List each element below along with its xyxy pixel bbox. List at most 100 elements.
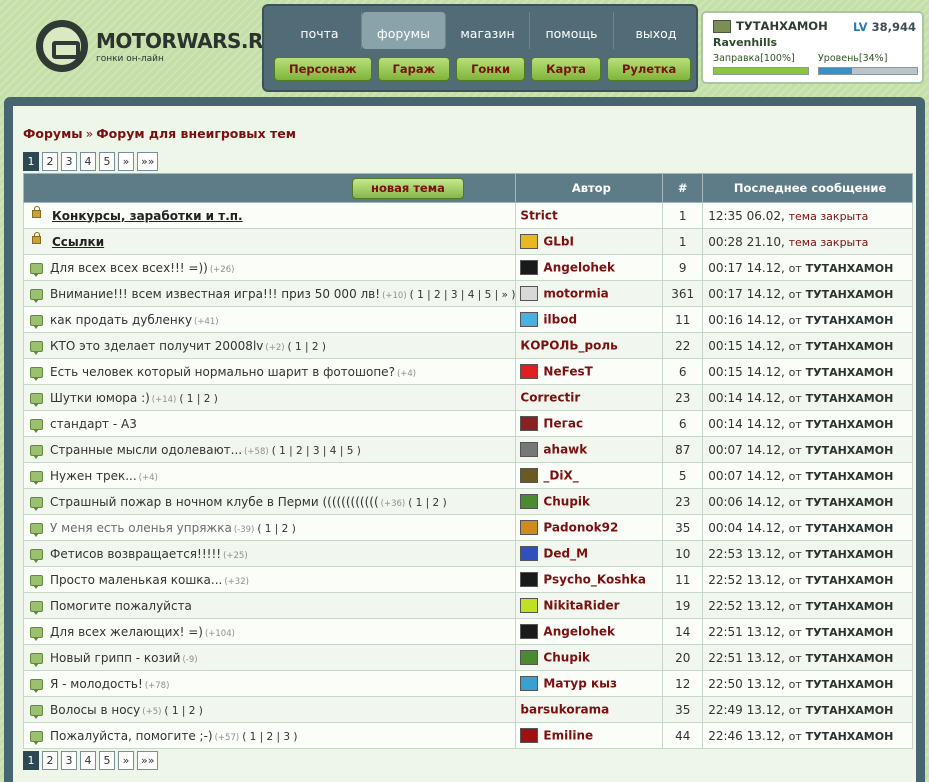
top-nav-item[interactable]: форумы (362, 12, 446, 49)
page-link[interactable]: 2 (42, 751, 58, 770)
table-row[interactable]: Волосы в носу (+5)( 1 | 2 ) barsukorama 35 2… (22, 696, 913, 723)
last-message-author[interactable]: ТУТАНХАМОН (806, 288, 894, 301)
author-name[interactable]: Strict (520, 209, 557, 223)
topic-title[interactable]: Есть человек который нормально шарит в ф… (50, 365, 395, 379)
sub-nav-button[interactable]: Персонаж (274, 57, 372, 81)
table-row[interactable]: КТО это зделает получит 20008lv (+2)( 1 |… (22, 332, 913, 359)
table-row[interactable]: Просто маленькая кошка... (+32) Psycho_Kos… (22, 566, 913, 593)
page-link[interactable]: 3 (61, 152, 77, 171)
page-link[interactable]: » (118, 751, 134, 770)
author-name[interactable]: Chupik (543, 495, 590, 509)
table-row[interactable]: Внимание!!! всем известная игра!!! приз … (22, 280, 913, 307)
topic-title[interactable]: как продать дубленку (50, 313, 192, 327)
new-topic-button[interactable]: новая тема (352, 177, 464, 199)
top-nav-item[interactable]: помощь (530, 12, 614, 49)
topic-title[interactable]: Ссылки (52, 235, 104, 249)
page-link[interactable]: 1 (23, 751, 39, 770)
last-message-author[interactable]: ТУТАНХАМОН (806, 548, 894, 561)
topic-title[interactable]: Пожалуйста, помогите ;-) (50, 729, 213, 743)
topic-title[interactable]: Странные мысли одолевают... (50, 443, 242, 457)
author-name[interactable]: Матур кыз (543, 677, 617, 691)
breadcrumb-current[interactable]: Форум для внеигровых тем (96, 126, 296, 141)
topic-title[interactable]: Помогите пожалуйста (50, 599, 192, 613)
table-row[interactable]: У меня есть оленья упряжка (-39)( 1 | 2 )… (22, 514, 913, 541)
page-link[interactable]: 1 (23, 152, 39, 171)
author-name[interactable]: NeFesT (543, 365, 592, 379)
topic-pages[interactable]: ( 1 | 2 | 3 | 4 | 5 ) (272, 445, 361, 457)
last-message-author[interactable]: ТУТАНХАМОН (806, 444, 894, 457)
topic-title[interactable]: У меня есть оленья упряжка (50, 521, 232, 535)
page-link[interactable]: 4 (80, 152, 96, 171)
breadcrumb-root[interactable]: Форумы (23, 126, 83, 141)
topic-pages[interactable]: ( 1 | 2 | 3 | 4 | 5 | » ) (410, 289, 515, 301)
author-name[interactable]: Пегас (543, 417, 583, 431)
topic-title[interactable]: Для всех всех всех!!! =)) (50, 261, 208, 275)
table-row[interactable]: Я - молодость! (+78) Матур кыз 12 22:50 13.1… (22, 670, 913, 697)
last-message-author[interactable]: ТУТАНХАМОН (806, 470, 894, 483)
author-name[interactable]: Emiline (543, 729, 593, 743)
table-row[interactable]: стандарт - А3 Пегас 6 00:14 14.12, от ТУТАН… (22, 410, 913, 437)
last-message-author[interactable]: ТУТАНХАМОН (806, 730, 894, 743)
topic-title[interactable]: Я - молодость! (50, 677, 143, 691)
table-row[interactable]: Фетисов возвращается!!!!! (+25) Ded_M 10 22:… (22, 540, 913, 567)
topic-title[interactable]: Внимание!!! всем известная игра!!! приз … (50, 287, 380, 301)
last-message-author[interactable]: ТУТАНХАМОН (806, 574, 894, 587)
page-link[interactable]: » (118, 152, 134, 171)
topic-pages[interactable]: ( 1 | 2 ) (257, 523, 295, 535)
sub-nav-button[interactable]: Рулетка (606, 57, 692, 81)
page-link[interactable]: »» (137, 751, 159, 770)
author-name[interactable]: Psycho_Koshka (543, 573, 646, 587)
last-message-author[interactable]: ТУТАНХАМОН (806, 262, 894, 275)
last-message-author[interactable]: ТУТАНХАМОН (806, 314, 894, 327)
page-link[interactable]: 5 (99, 751, 115, 770)
last-message-author[interactable]: ТУТАНХАМОН (806, 522, 894, 535)
table-row[interactable]: Страшный пожар в ночном клубе в Перми ((… (22, 488, 913, 515)
last-message-author[interactable]: ТУТАНХАМОН (806, 600, 894, 613)
author-name[interactable]: Chupik (543, 651, 590, 665)
author-name[interactable]: Angelohek (543, 261, 615, 275)
topic-pages[interactable]: ( 1 | 2 | 3 ) (242, 731, 297, 743)
topic-title[interactable]: Новый грипп - козий (50, 651, 180, 665)
topic-title[interactable]: Нужен трек... (50, 469, 137, 483)
last-message-author[interactable]: ТУТАНХАМОН (806, 496, 894, 509)
topic-pages[interactable]: ( 1 | 2 ) (179, 393, 217, 405)
author-name[interactable]: Angelohek (543, 625, 615, 639)
topic-pages[interactable]: ( 1 | 2 ) (288, 341, 326, 353)
topic-title[interactable]: Волосы в носу (50, 703, 140, 717)
author-name[interactable]: motormia (543, 287, 608, 301)
topic-title[interactable]: КТО это зделает получит 20008lv (50, 339, 263, 353)
sub-nav-button[interactable]: Гараж (377, 57, 451, 81)
topic-title[interactable]: Шутки юмора :) (50, 391, 150, 405)
author-name[interactable]: NikitaRider (543, 599, 619, 613)
topic-pages[interactable]: ( 1 | 2 ) (164, 705, 202, 717)
topic-title[interactable]: Для всех желающих! =) (50, 625, 203, 639)
page-link[interactable]: »» (137, 152, 159, 171)
table-row[interactable]: Для всех всех всех!!! =)) (+26) Angelohek 9… (22, 254, 913, 281)
sub-nav-button[interactable]: Карта (531, 57, 601, 81)
last-message-author[interactable]: ТУТАНХАМОН (806, 678, 894, 691)
table-row[interactable]: Странные мысли одолевают... (+58)( 1 | 2 … (22, 436, 913, 463)
last-message-author[interactable]: ТУТАНХАМОН (806, 626, 894, 639)
site-logo[interactable]: MOTORWARS.RU гонки он-лайн (36, 20, 279, 72)
last-message-author[interactable]: ТУТАНХАМОН (806, 340, 894, 353)
last-message-author[interactable]: ТУТАНХАМОН (806, 366, 894, 379)
topic-title[interactable]: Фетисов возвращается!!!!! (50, 547, 221, 561)
author-name[interactable]: Correctir (520, 391, 580, 405)
sub-nav-button[interactable]: Гонки (456, 57, 526, 81)
author-name[interactable]: ilbod (543, 313, 577, 327)
last-message-author[interactable]: ТУТАНХАМОН (806, 704, 894, 717)
table-row[interactable]: как продать дубленку (+41) ilbod 11 00:16 14… (22, 306, 913, 333)
top-nav-item[interactable]: почта (278, 12, 362, 49)
user-name-row[interactable]: ТУТАНХАМОН (713, 19, 828, 33)
author-name[interactable]: GLbI (543, 235, 574, 249)
table-row[interactable]: Новый грипп - козий (-9) Chupik 20 22:51 13.… (22, 644, 913, 671)
table-row[interactable]: Пожалуйста, помогите ;-) (+57)( 1 | 2 | 3… (22, 722, 913, 749)
last-message-author[interactable]: ТУТАНХАМОН (806, 392, 894, 405)
author-name[interactable]: КОРОЛЬ_роль (520, 339, 617, 353)
table-row[interactable]: Для всех желающих! =) (+104) Angelohek 14 22… (22, 618, 913, 645)
page-link[interactable]: 5 (99, 152, 115, 171)
table-row[interactable]: Шутки юмора :) (+14)( 1 | 2 ) Correctir 23 0… (22, 384, 913, 411)
top-nav-item[interactable]: выход (614, 12, 698, 49)
author-name[interactable]: Padonok92 (543, 521, 618, 535)
author-name[interactable]: barsukorama (520, 703, 609, 717)
